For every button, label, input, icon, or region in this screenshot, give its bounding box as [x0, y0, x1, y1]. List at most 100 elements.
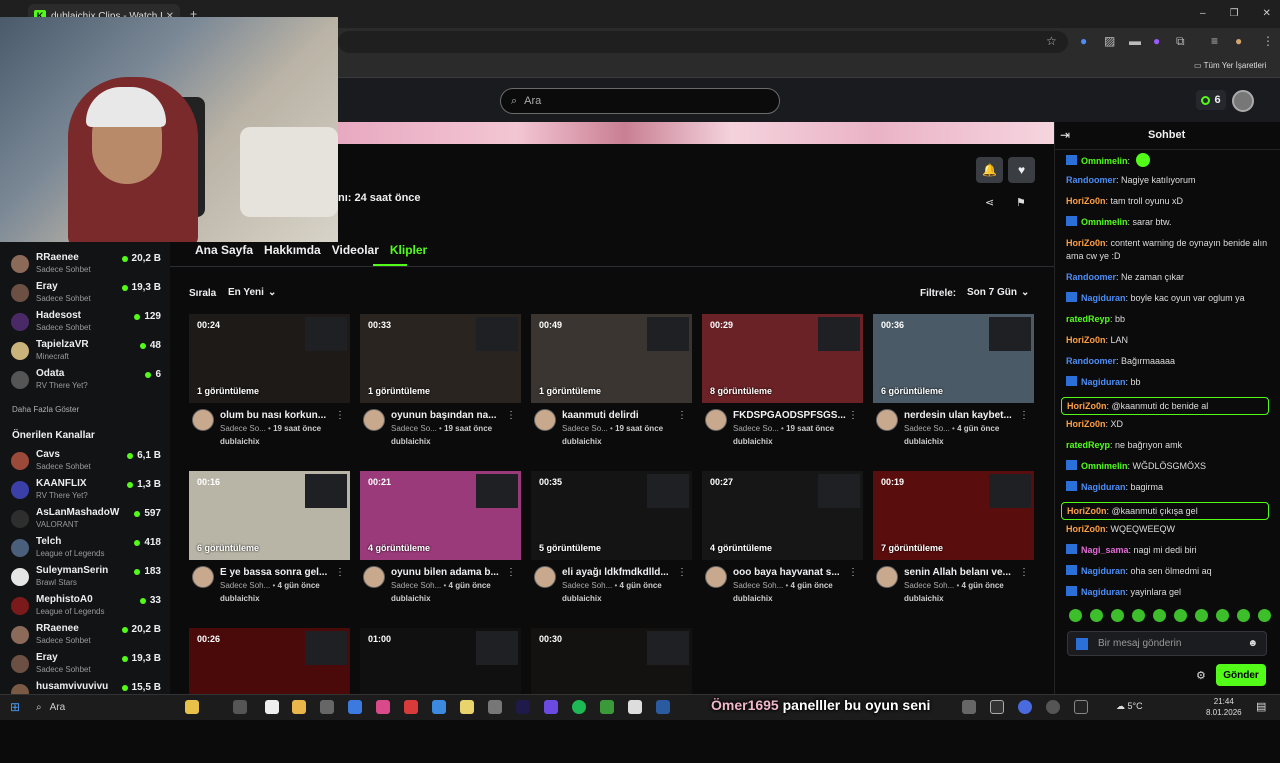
- sidebar-channel-item[interactable]: Telch League of Legends 418: [11, 536, 161, 562]
- chat-username[interactable]: Randoomer: [1066, 175, 1116, 185]
- user-avatar[interactable]: [1232, 90, 1254, 112]
- more-options-icon[interactable]: ⋮: [506, 410, 516, 421]
- chat-message-input[interactable]: Bir mesaj gönderin ☻: [1067, 631, 1267, 656]
- settings-icon[interactable]: [488, 700, 502, 714]
- chat-username[interactable]: ratedReyp: [1066, 440, 1110, 450]
- minecraft-icon[interactable]: [600, 700, 614, 714]
- chat-username[interactable]: Omnimelin: [1081, 217, 1128, 227]
- chat-username[interactable]: Nagiduran: [1081, 482, 1126, 492]
- chat-username[interactable]: HoriZo0n: [1067, 401, 1107, 411]
- clipper-avatar[interactable]: [534, 566, 556, 588]
- clip-card[interactable]: 00:29 8 görüntüleme FKDSPĞAODSPFSĞS... ⋮ Sad…: [702, 314, 863, 449]
- clip-thumbnail[interactable]: 00:16 6 görüntüleme: [189, 471, 350, 560]
- all-bookmarks-folder[interactable]: ▭ Tüm Yer İşaretleri: [1194, 61, 1266, 70]
- clip-title[interactable]: oyunun başından na...: [391, 410, 509, 421]
- widget-icon[interactable]: [185, 700, 199, 714]
- more-options-icon[interactable]: ⋮: [677, 410, 687, 421]
- kicks-balance[interactable]: 6: [1196, 90, 1226, 110]
- spotify-icon[interactable]: [572, 700, 586, 714]
- clip-title[interactable]: olum bu nası korkun...: [220, 410, 338, 421]
- chat-username[interactable]: HoriZo0n: [1066, 335, 1106, 345]
- windows-start-icon[interactable]: ⊞: [10, 700, 20, 714]
- emoji-picker-icon[interactable]: ☻: [1247, 638, 1258, 649]
- clip-author[interactable]: dublaichix: [220, 594, 260, 603]
- emote-icon[interactable]: [1258, 609, 1271, 622]
- clip-title[interactable]: kaanmuti delirdi: [562, 410, 680, 421]
- clip-author[interactable]: dublaichix: [220, 437, 260, 446]
- clip-thumbnail[interactable]: 00:19 7 görüntüleme: [873, 471, 1034, 560]
- chat-username[interactable]: Omnimelin: [1081, 461, 1128, 471]
- emote-icon[interactable]: [1132, 609, 1145, 622]
- sidebar-channel-item[interactable]: SuleymanSerin Brawl Stars 183: [11, 565, 161, 591]
- chat-username[interactable]: HoriZo0n: [1066, 238, 1106, 248]
- emote-icon[interactable]: [1153, 609, 1166, 622]
- opera-icon[interactable]: [404, 700, 418, 714]
- clip-thumbnail[interactable]: 00:36 6 görüntüleme: [873, 314, 1034, 403]
- clip-thumbnail[interactable]: 00:24 1 görüntüleme: [189, 314, 350, 403]
- more-options-icon[interactable]: ⋮: [1019, 410, 1029, 421]
- epic-games-icon[interactable]: [1074, 700, 1088, 714]
- more-options-icon[interactable]: ⋮: [848, 567, 858, 578]
- sidebar-channel-item[interactable]: Eray Sadece Sohbet 19,3 B: [11, 281, 161, 307]
- notification-bell-button[interactable]: 🔔: [976, 157, 1003, 183]
- emote-icon[interactable]: [1069, 609, 1082, 622]
- app-icon[interactable]: [1046, 700, 1060, 714]
- sort-dropdown[interactable]: En Yeni ⌄: [228, 287, 276, 298]
- app-icon[interactable]: [656, 700, 670, 714]
- clip-title[interactable]: senin Allah belanı ve...: [904, 567, 1022, 578]
- chat-username[interactable]: HoriZo0n: [1066, 196, 1106, 206]
- clipper-avatar[interactable]: [363, 566, 385, 588]
- clipper-avatar[interactable]: [192, 566, 214, 588]
- clip-card[interactable]: 00:36 6 görüntüleme nerdesin ulan kaybet..…: [873, 314, 1034, 449]
- more-options-icon[interactable]: ⋮: [1019, 567, 1029, 578]
- clip-title[interactable]: nerdesin ulan kaybet...: [904, 410, 1022, 421]
- sidebar-channel-item[interactable]: Hadesost Sadece Sohbet 129: [11, 310, 161, 336]
- clip-author[interactable]: dublaichix: [904, 594, 944, 603]
- sidebar-channel-item[interactable]: Odata RV There Yet? 6: [11, 368, 161, 394]
- extension-icon[interactable]: ▨: [1104, 34, 1115, 48]
- taskbar-clock[interactable]: 21:44 8.01.2026: [1206, 696, 1242, 718]
- app-icon[interactable]: [265, 700, 279, 714]
- mail-icon[interactable]: [432, 700, 446, 714]
- app-icon[interactable]: [348, 700, 362, 714]
- task-view-icon[interactable]: [233, 700, 247, 714]
- sidebar-channel-item[interactable]: TapielzaVR Minecraft 48: [11, 339, 161, 365]
- chat-username[interactable]: Randoomer: [1066, 356, 1116, 366]
- clipper-avatar[interactable]: [705, 409, 727, 431]
- sidebar-channel-item[interactable]: RRaenee Sadece Sohbet 20,2 B: [11, 623, 161, 649]
- follow-heart-button[interactable]: ♥: [1008, 157, 1035, 183]
- notification-center-icon[interactable]: ▤: [1256, 700, 1266, 713]
- app-icon[interactable]: [320, 700, 334, 714]
- clip-author[interactable]: dublaichix: [733, 437, 773, 446]
- emote-icon[interactable]: [1195, 609, 1208, 622]
- clip-title[interactable]: FKDSPĞAODSPFSĞS...: [733, 410, 851, 421]
- send-button[interactable]: Gönder: [1216, 664, 1266, 686]
- profile-icon[interactable]: ●: [1235, 34, 1242, 48]
- show-more-link[interactable]: Daha Fazla Göster: [12, 405, 79, 414]
- clip-card[interactable]: 00:33 1 görüntüleme oyunun başından na... ⋮…: [360, 314, 521, 449]
- clipper-avatar[interactable]: [876, 566, 898, 588]
- app-icon[interactable]: [376, 700, 390, 714]
- chat-username[interactable]: HoriZo0n: [1067, 506, 1107, 516]
- clip-card[interactable]: 00:16 6 görüntüleme E ye bassa sonra gel..…: [189, 471, 350, 606]
- clip-card[interactable]: 00:27 4 görüntüleme ooo baya hayvanat s...…: [702, 471, 863, 606]
- tab-videos[interactable]: Videolar: [332, 243, 379, 257]
- minimize-icon[interactable]: –: [1200, 8, 1206, 19]
- clip-title[interactable]: eli ayağı ldkfmdkdlld...: [562, 567, 680, 578]
- more-options-icon[interactable]: ⋮: [677, 567, 687, 578]
- more-options-icon[interactable]: ⋮: [335, 410, 345, 421]
- taskbar-search[interactable]: ⌕ Ara: [36, 699, 176, 715]
- emote-icon[interactable]: [1174, 609, 1187, 622]
- sidebar-channel-item[interactable]: RRaenee Sadece Sohbet 20,2 B: [11, 252, 161, 278]
- chat-username[interactable]: Omnimelin: [1081, 156, 1128, 166]
- tab-clips[interactable]: Klipler: [390, 243, 427, 257]
- clip-title[interactable]: E ye bassa sonra gel...: [220, 567, 338, 578]
- sidebar-channel-item[interactable]: AsLanMashadoW VALORANT 597: [11, 507, 161, 533]
- close-window-icon[interactable]: ✕: [1263, 8, 1271, 19]
- app-icon[interactable]: [544, 700, 558, 714]
- more-options-icon[interactable]: ⋮: [335, 567, 345, 578]
- clip-author[interactable]: dublaichix: [562, 594, 602, 603]
- search-input[interactable]: ⌕ Ara: [500, 88, 780, 114]
- clip-author[interactable]: dublaichix: [733, 594, 773, 603]
- chat-username[interactable]: Randoomer: [1066, 272, 1116, 282]
